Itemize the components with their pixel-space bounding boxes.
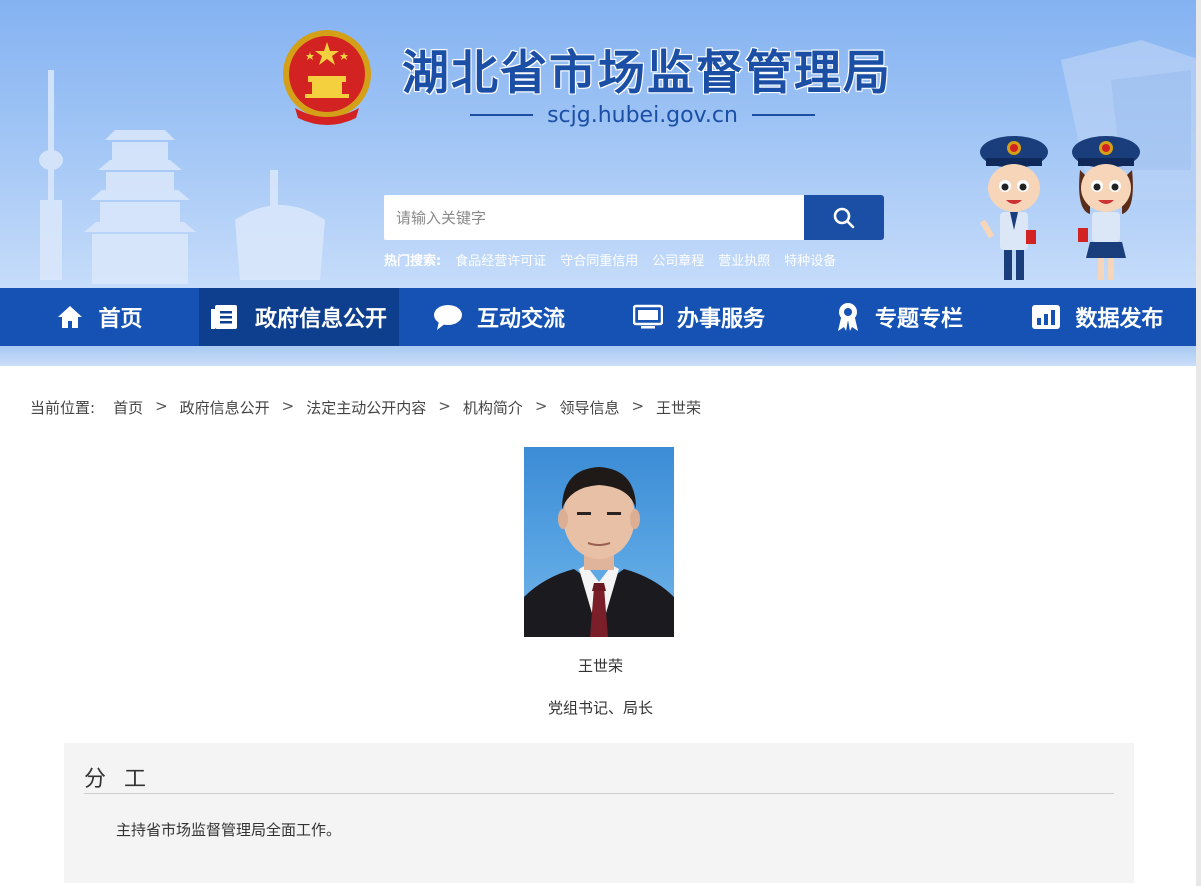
search-bar [384, 195, 884, 240]
breadcrumb-separator: > [155, 397, 168, 415]
hot-search-label: 热门搜索: [384, 254, 442, 269]
monitor-icon [632, 303, 663, 331]
portrait-illustration [524, 467, 674, 637]
hot-search-item[interactable]: 食品经营许可证 [455, 250, 546, 269]
search-input[interactable] [384, 195, 804, 240]
breadcrumb-separator: > [631, 397, 645, 415]
duties-heading: 分工 [84, 767, 165, 792]
breadcrumb-label: 当前位置: [30, 399, 96, 417]
nav-label: 政府信息公开 [254, 307, 387, 332]
award-ribbon-icon [835, 302, 861, 332]
document-list-icon [210, 303, 241, 331]
divider [84, 793, 1114, 794]
leader-name: 王世荣 [577, 657, 623, 675]
site-domain-block: scjg.hubei.gov.cn [470, 100, 816, 130]
breadcrumb-link-leaders[interactable]: 领导信息 [559, 397, 619, 418]
hot-search-item[interactable]: 营业执照 [718, 250, 770, 269]
hot-search: 热门搜索: 食品经营许可证 守合同重信用 公司章程 营业执照 特种设备 [384, 250, 850, 269]
site-header: 湖北省市场监督管理局 scjg.hubei.gov.cn 热门搜索: 食品经营许… [0, 0, 1201, 288]
hot-search-item[interactable]: 公司章程 [652, 250, 704, 269]
breadcrumb: 当前位置: 首页 > 政府信息公开 > 法定主动公开内容 > 机构简介 > 领导… [30, 397, 701, 418]
chat-bubble-icon [433, 303, 463, 331]
nav-item-services[interactable]: 办事服务 [599, 288, 799, 346]
national-emblem-icon [283, 30, 371, 125]
main-nav: 首页 政府信息公开 互动交流 办事服务 专题专栏 数据发布 [0, 288, 1201, 346]
breadcrumb-current[interactable]: 王世荣 [656, 397, 701, 418]
nav-item-home[interactable]: 首页 [0, 288, 199, 346]
nav-label: 专题专栏 [874, 307, 963, 332]
breadcrumb-link-gov-info[interactable]: 政府信息公开 [180, 397, 270, 418]
home-icon [56, 303, 84, 331]
leader-portrait [524, 447, 674, 637]
decorative-line [470, 114, 534, 116]
breadcrumb-link-home[interactable]: 首页 [113, 397, 143, 418]
nav-item-data-release[interactable]: 数据发布 [999, 288, 1196, 346]
mascot-characters-illustration [979, 136, 1140, 280]
site-title[interactable]: 湖北省市场监督管理局 [402, 34, 922, 103]
breadcrumb-separator: > [281, 397, 295, 415]
leader-position: 党组书记、局长 [547, 699, 653, 717]
nav-label: 办事服务 [676, 307, 765, 332]
nav-item-interaction[interactable]: 互动交流 [399, 288, 599, 346]
bar-chart-icon [1031, 303, 1061, 331]
breadcrumb-link-statutory[interactable]: 法定主动公开内容 [306, 397, 426, 418]
breadcrumb-separator: > [534, 397, 548, 415]
duties-text: 主持省市场监督管理局全面工作。 [116, 821, 342, 839]
duties-panel: 分工 主持省市场监督管理局全面工作。 [64, 743, 1134, 883]
nav-item-gov-info[interactable]: 政府信息公开 [199, 288, 399, 346]
hot-search-item[interactable]: 特种设备 [784, 250, 836, 269]
nav-bottom-strip [0, 346, 1201, 366]
nav-label: 互动交流 [476, 307, 565, 332]
decorative-line [751, 114, 816, 116]
breadcrumb-separator: > [438, 397, 451, 415]
nav-label: 首页 [98, 307, 143, 332]
nav-label: 数据发布 [1075, 307, 1164, 332]
hot-search-item[interactable]: 守合同重信用 [560, 250, 638, 269]
nav-item-special-topics[interactable]: 专题专栏 [799, 288, 999, 346]
scrollbar-track[interactable] [1196, 0, 1201, 886]
search-button[interactable] [804, 195, 884, 240]
site-domain: scjg.hubei.gov.cn [547, 102, 738, 128]
breadcrumb-link-organization[interactable]: 机构简介 [463, 397, 523, 418]
search-icon [833, 207, 855, 228]
